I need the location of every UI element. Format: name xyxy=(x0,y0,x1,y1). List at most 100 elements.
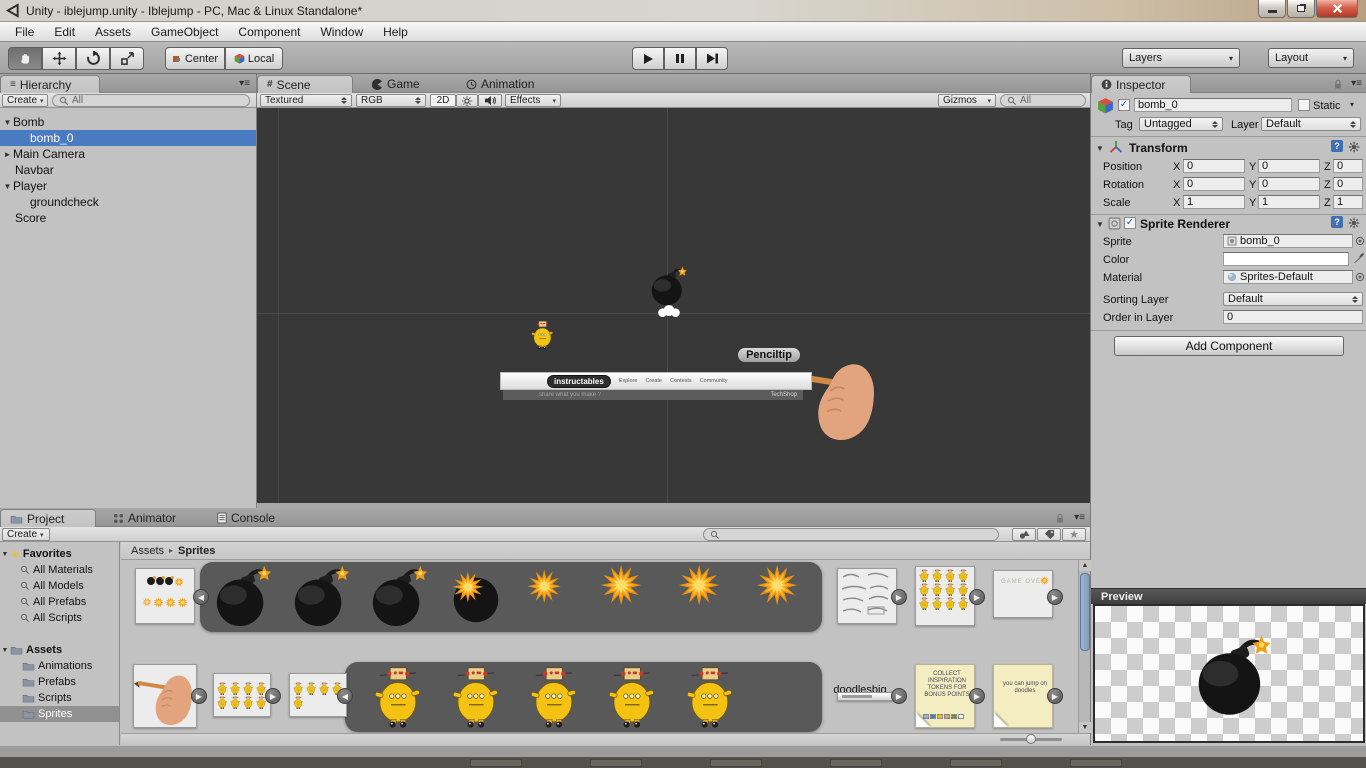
lock-icon[interactable] xyxy=(1054,512,1066,524)
foldout-expanded-icon[interactable]: ▼ xyxy=(0,647,10,654)
asset-thumb-bomb6[interactable] xyxy=(677,563,743,629)
project-create-button[interactable]: Create ▾ xyxy=(2,528,50,541)
search-by-label-button[interactable] xyxy=(1037,528,1061,541)
hierarchy-item-player[interactable]: ▼ Player xyxy=(0,178,256,194)
restore-button[interactable] xyxy=(1287,0,1315,18)
menu-assets[interactable]: Assets xyxy=(86,23,140,41)
search-by-type-button[interactable] xyxy=(1012,528,1036,541)
asset-thumb-drivesheet[interactable] xyxy=(915,566,975,626)
asset-thumb-bomb3[interactable] xyxy=(445,565,507,627)
sprite-field[interactable]: bomb_0 xyxy=(1223,234,1353,248)
sprite-renderer-checkbox[interactable]: ✓ xyxy=(1124,217,1136,229)
rotation-z-field[interactable]: 0 xyxy=(1333,177,1363,191)
asset-thumb-doodle3[interactable] xyxy=(603,666,659,728)
position-y-field[interactable]: 0 xyxy=(1258,159,1320,173)
material-picker-target-icon[interactable] xyxy=(1355,272,1365,282)
doodle-character-sprite[interactable] xyxy=(529,320,555,350)
tag-dropdown[interactable]: Untagged xyxy=(1139,117,1223,131)
foldout-expanded-icon[interactable]: ▼ xyxy=(2,118,13,127)
asset-thumb-doodle4[interactable] xyxy=(681,666,737,728)
expand-subassets-button[interactable]: ▶ xyxy=(1047,688,1063,704)
static-dropdown-icon[interactable]: ▾ xyxy=(1350,100,1354,109)
minimize-button[interactable] xyxy=(1258,0,1286,18)
move-tool-button[interactable] xyxy=(42,47,76,70)
asset-thumb-hand[interactable] xyxy=(133,664,197,728)
tab-console[interactable]: Console xyxy=(208,509,294,527)
scene-lighting-button[interactable] xyxy=(456,94,478,107)
hierarchy-item-bomb[interactable]: ▼ Bomb xyxy=(0,114,256,130)
play-button[interactable] xyxy=(632,47,664,70)
tree-all-prefabs[interactable]: All Prefabs xyxy=(0,594,119,610)
tree-prefabs[interactable]: Prefabs xyxy=(0,674,119,690)
hand-tool-button[interactable] xyxy=(8,47,42,70)
hierarchy-create-button[interactable]: Create ▾ xyxy=(2,94,48,107)
asset-thumb-bomb1[interactable] xyxy=(289,565,351,627)
asset-thumb-note2[interactable]: you can jump on doodles xyxy=(993,664,1053,728)
scroll-up-icon[interactable]: ▲ xyxy=(1079,560,1091,571)
scrollbar-thumb[interactable] xyxy=(1080,573,1090,651)
hierarchy-item-main-camera[interactable]: ► Main Camera xyxy=(0,146,256,162)
hierarchy-item-groundcheck[interactable]: groundcheck xyxy=(0,194,256,210)
asset-thumb-doodle2[interactable] xyxy=(525,666,581,728)
scroll-down-icon[interactable]: ▼ xyxy=(1079,722,1091,733)
expand-subassets-button[interactable]: ▶ xyxy=(891,688,907,704)
tab-hierarchy[interactable]: ≡ Hierarchy xyxy=(0,75,100,93)
step-button[interactable] xyxy=(696,47,728,70)
menu-file[interactable]: File xyxy=(6,23,43,41)
layers-dropdown[interactable]: Layers ▾ xyxy=(1122,48,1240,68)
tree-sprites-selected[interactable]: Sprites xyxy=(0,706,119,722)
collapse-subassets-button[interactable]: ◀ xyxy=(193,589,209,605)
sorting-layer-dropdown[interactable]: Default xyxy=(1223,292,1363,306)
foldout-expanded-icon[interactable]: ▼ xyxy=(2,182,13,191)
transform-help-icon[interactable]: ? xyxy=(1331,140,1343,152)
rotation-y-field[interactable]: 0 xyxy=(1258,177,1320,191)
active-checkbox[interactable]: ✓ xyxy=(1118,99,1130,111)
tree-all-models[interactable]: All Models xyxy=(0,578,119,594)
foldout-collapsed-icon[interactable]: ► xyxy=(2,150,13,159)
hierarchy-item-bomb0-selected[interactable]: bomb_0 xyxy=(0,130,256,146)
asset-thumb-note1[interactable]: COLLECT INSPIRATION TOKENS FOR BONUS POI… xyxy=(915,664,975,728)
transform-foldout-icon[interactable]: ▼ xyxy=(1096,144,1104,153)
expand-subassets-button[interactable]: ▶ xyxy=(191,688,207,704)
asset-thumb-doodle0[interactable] xyxy=(369,666,425,728)
expand-subassets-button[interactable]: ▶ xyxy=(1047,589,1063,605)
menu-component[interactable]: Component xyxy=(229,23,309,41)
project-search-input[interactable] xyxy=(703,528,999,541)
menu-edit[interactable]: Edit xyxy=(45,23,84,41)
zoom-slider-knob[interactable] xyxy=(1026,734,1036,744)
scale-z-field[interactable]: 1 xyxy=(1333,195,1363,209)
scale-tool-button[interactable] xyxy=(110,47,144,70)
asset-thumb-doodlesbig[interactable] xyxy=(837,568,897,624)
asset-thumb-bomb5[interactable] xyxy=(599,563,665,629)
asset-thumb-bomb2[interactable] xyxy=(367,565,429,627)
expand-subassets-button[interactable]: ▶ xyxy=(265,688,281,704)
sprite-renderer-help-icon[interactable]: ? xyxy=(1331,216,1343,228)
asset-thumb-bomb0[interactable] xyxy=(211,565,273,627)
toggle-2d-button[interactable]: 2D xyxy=(430,94,456,107)
position-x-field[interactable]: 0 xyxy=(1183,159,1245,173)
lock-icon[interactable] xyxy=(1332,78,1344,90)
foldout-expanded-icon[interactable]: ▼ xyxy=(0,551,10,558)
hierarchy-search-input[interactable]: All xyxy=(52,94,250,107)
search-favorites-button[interactable]: ★ xyxy=(1062,528,1086,541)
pause-button[interactable] xyxy=(664,47,696,70)
inspector-menu-icon[interactable]: ▾≡ xyxy=(1351,78,1362,89)
tab-inspector[interactable]: Inspector xyxy=(1091,75,1191,93)
effects-dropdown[interactable]: Effects ▾ xyxy=(505,94,561,107)
tree-animations[interactable]: Animations xyxy=(0,658,119,674)
scene-search-input[interactable]: All xyxy=(1000,94,1086,107)
tab-project[interactable]: Project xyxy=(0,509,96,527)
asset-thumb-navbar[interactable] xyxy=(837,692,897,701)
breadcrumb-root[interactable]: Assets xyxy=(131,545,164,557)
hierarchy-item-score[interactable]: Score xyxy=(0,210,256,226)
tree-scripts[interactable]: Scripts xyxy=(0,690,119,706)
material-field[interactable]: Sprites-Default xyxy=(1223,270,1353,284)
expand-subassets-button[interactable]: ▶ xyxy=(969,589,985,605)
layer-dropdown[interactable]: Default xyxy=(1261,117,1361,131)
rotate-tool-button[interactable] xyxy=(76,47,110,70)
sprite-picker-target-icon[interactable] xyxy=(1355,236,1365,246)
asset-thumb-doodle1[interactable] xyxy=(447,666,503,728)
bomb-sprite[interactable] xyxy=(648,266,688,306)
color-swatch[interactable] xyxy=(1223,252,1349,266)
hierarchy-menu-icon[interactable]: ▾≡ xyxy=(239,78,250,89)
